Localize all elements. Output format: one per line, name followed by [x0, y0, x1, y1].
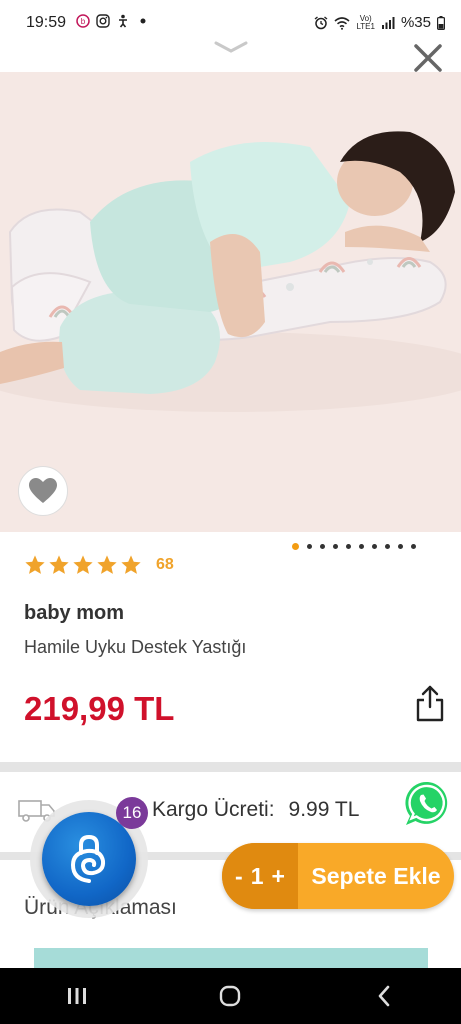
shipping-price: 9.99 TL [288, 798, 360, 821]
section-divider [0, 762, 461, 772]
carousel-dot[interactable] [398, 544, 403, 549]
star-icon [97, 555, 117, 574]
app-notification-icon: b [76, 14, 90, 28]
svg-text:b: b [81, 17, 86, 26]
star-icon [49, 555, 69, 574]
status-time: 19:59 [26, 14, 67, 31]
instagram-icon [96, 14, 110, 28]
more-notifications-icon [140, 18, 146, 24]
system-navigation-bar [0, 968, 461, 1024]
battery-percent: %35 [400, 14, 431, 31]
rating-count[interactable]: 68 [156, 556, 174, 574]
carousel-dot[interactable] [320, 544, 325, 549]
network-type: Vo) LTE1 [356, 13, 375, 31]
signal-icon [381, 16, 395, 29]
brand-name[interactable]: baby mom [24, 602, 124, 625]
quantity-value: 1 [250, 862, 264, 889]
back-icon [378, 985, 390, 1007]
heart-icon [29, 478, 57, 503]
description-banner [34, 948, 428, 968]
whatsapp-icon[interactable] [403, 779, 453, 829]
battery-icon [437, 15, 445, 30]
home-button[interactable] [210, 976, 250, 1016]
product-title: Hamile Uyku Destek Yastığı [24, 637, 247, 657]
close-icon[interactable] [410, 40, 446, 76]
carousel-dot[interactable] [307, 544, 312, 549]
carousel-dot[interactable] [411, 544, 416, 549]
wifi-icon [334, 16, 350, 30]
product-photo [0, 72, 461, 532]
star-icon [121, 555, 141, 574]
alarm-icon [315, 15, 328, 29]
shipping-label: Kargo Ücreti: [152, 798, 275, 821]
back-button[interactable] [364, 976, 404, 1016]
star-icon [25, 555, 45, 574]
status-system-icons: Vo) LTE1 %35 [314, 14, 445, 31]
decrement-button[interactable]: - [235, 863, 243, 890]
carousel-dot[interactable] [359, 544, 364, 549]
quantity-stepper: - 1 + [222, 843, 298, 909]
favorite-button[interactable] [18, 466, 68, 516]
recent-apps-button[interactable] [57, 976, 97, 1016]
share-icon[interactable] [414, 683, 446, 723]
add-to-cart-button[interactable]: Sepete Ekle [298, 863, 454, 890]
star-icon [73, 555, 93, 574]
home-icon [220, 985, 241, 1007]
rating[interactable]: 68 [24, 554, 174, 576]
notification-badge: 16 [116, 797, 148, 829]
add-to-cart-bar: - 1 + Sepete Ekle [222, 843, 454, 909]
carousel-dot[interactable] [346, 544, 351, 549]
product-image[interactable] [0, 72, 461, 532]
chat-assistant-button[interactable]: 16 [30, 797, 148, 918]
carousel-dot[interactable] [372, 544, 377, 549]
chat-logo-icon [70, 834, 106, 883]
image-carousel-indicator [292, 543, 416, 550]
chevron-down-icon[interactable] [212, 38, 250, 56]
recent-apps-icon [67, 988, 86, 1004]
carousel-dot[interactable] [333, 544, 338, 549]
increment-button[interactable]: + [272, 863, 285, 890]
accessibility-icon [119, 14, 127, 28]
product-price: 219,99 TL [24, 690, 175, 727]
carousel-dot[interactable] [292, 543, 299, 550]
status-notification-icons: b [76, 14, 150, 28]
carousel-dot[interactable] [385, 544, 390, 549]
